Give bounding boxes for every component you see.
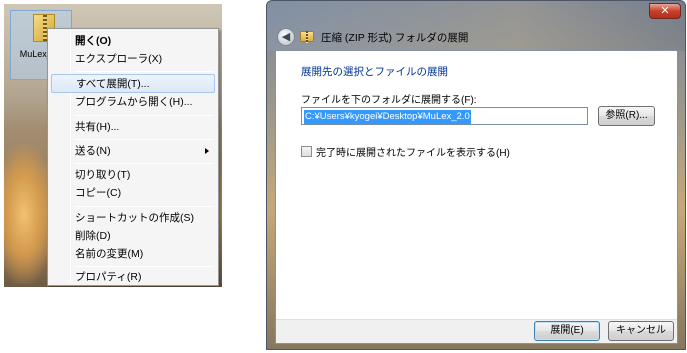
- menu-item-cut[interactable]: 切り取り(T): [51, 166, 215, 185]
- browse-button[interactable]: 参照(R)...: [598, 106, 655, 126]
- cancel-button[interactable]: キャンセル: [608, 321, 674, 341]
- menu-separator: [74, 163, 214, 164]
- back-button[interactable]: ◀: [277, 28, 295, 46]
- dialog-heading: 展開先の選択とファイルの展開: [301, 66, 448, 78]
- menu-item-create-shortcut[interactable]: ショートカットの作成(S): [51, 209, 215, 228]
- menu-item-delete[interactable]: 削除(D): [51, 227, 215, 246]
- zipper-icon: [306, 31, 308, 43]
- destination-label: ファイルを下のフォルダに展開する(F):: [301, 95, 477, 106]
- menu-item-send-to-label: 送る(N): [75, 145, 111, 157]
- menu-item-open[interactable]: 開く(O): [51, 32, 215, 51]
- menu-item-rename[interactable]: 名前の変更(M): [51, 245, 215, 264]
- menu-separator: [74, 206, 214, 207]
- menu-item-open-with[interactable]: プログラムから開く(H)...: [51, 93, 215, 112]
- menu-item-extract-all[interactable]: すべて展開(T)...: [51, 74, 215, 93]
- menu-item-explorer[interactable]: エクスプローラ(X): [51, 50, 215, 69]
- destination-input-value: C:¥Users¥kyogei¥Desktop¥MuLex_2.0: [304, 110, 471, 124]
- menu-item-properties[interactable]: プロパティ(R): [51, 268, 215, 287]
- menu-item-send-to[interactable]: 送る(N): [51, 142, 215, 161]
- extract-dialog-window: ✕ ◀ 圧縮 (ZIP 形式) フォルダの展開 展開先の選択とファイルの展開 フ…: [266, 0, 686, 350]
- destination-input[interactable]: C:¥Users¥kyogei¥Desktop¥MuLex_2.0: [301, 107, 588, 125]
- menu-separator: [74, 139, 214, 140]
- zip-folder-icon: [300, 31, 314, 43]
- menu-separator: [74, 71, 214, 72]
- show-files-checkbox[interactable]: [301, 146, 312, 157]
- close-button[interactable]: ✕: [649, 3, 681, 19]
- dialog-title: 圧縮 (ZIP 形式) フォルダの展開: [321, 32, 469, 44]
- show-files-label[interactable]: 完了時に展開されたファイルを表示する(H): [316, 144, 510, 159]
- context-menu: 開く(O) エクスプローラ(X) すべて展開(T)... プログラムから開く(H…: [47, 28, 219, 286]
- submenu-arrow-icon: [205, 148, 209, 154]
- menu-item-share[interactable]: 共有(H)...: [51, 118, 215, 137]
- dialog-client-area: 展開先の選択とファイルの展開 ファイルを下のフォルダに展開する(F): C:¥U…: [275, 50, 678, 344]
- menu-separator: [74, 115, 214, 116]
- extract-button[interactable]: 展開(E): [534, 321, 600, 341]
- desktop-screenshot: MuLex_2.0 開く(O) エクスプローラ(X) すべて展開(T)... プ…: [4, 4, 222, 287]
- menu-separator: [74, 266, 214, 267]
- menu-item-copy[interactable]: コピー(C): [51, 184, 215, 203]
